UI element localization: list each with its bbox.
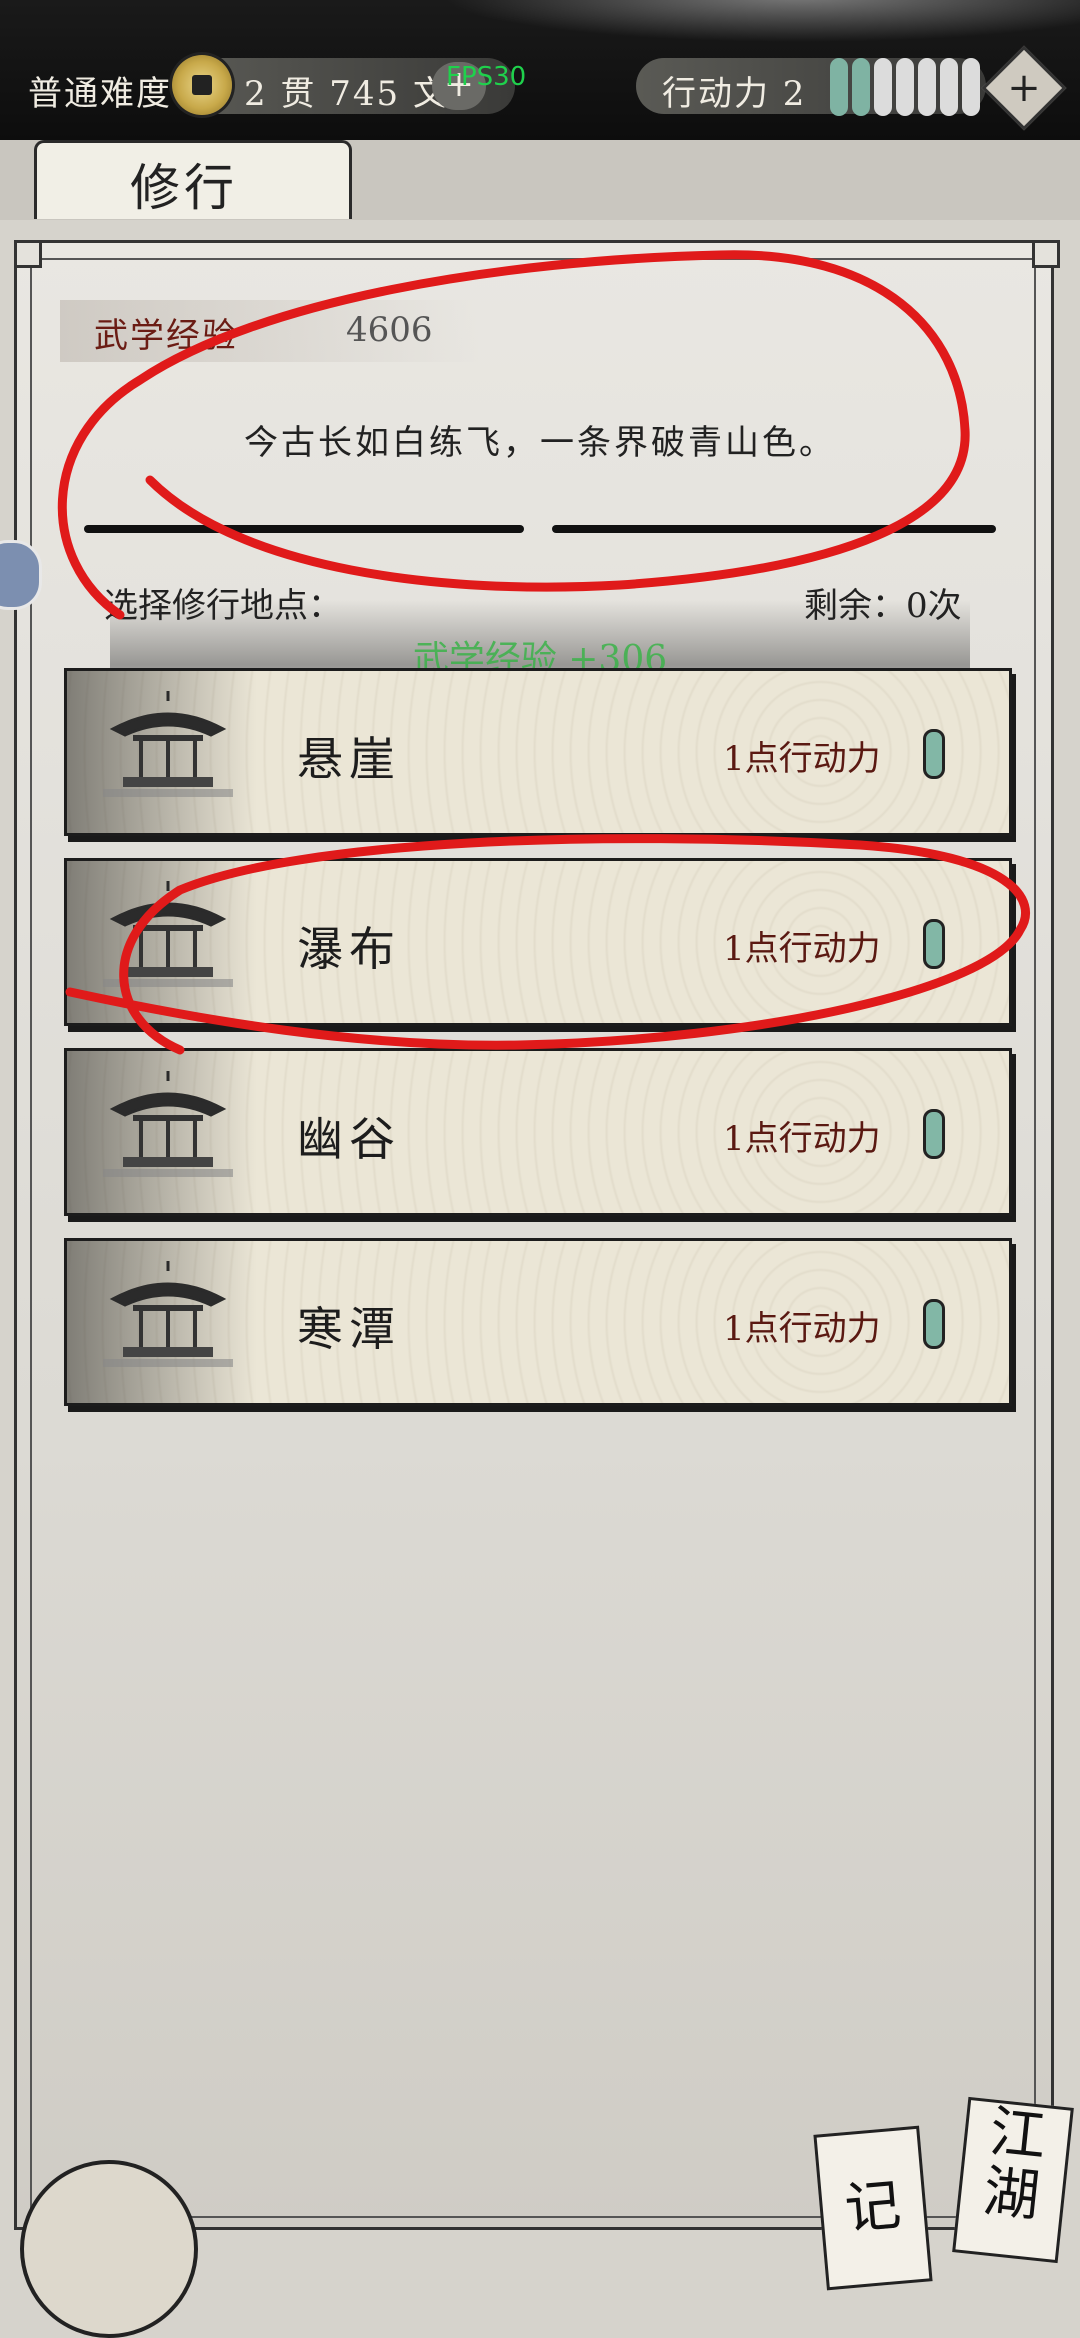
panel-corner-ornament [14, 240, 42, 268]
location-name: 悬崖 [297, 732, 401, 786]
back-circle-button[interactable] [20, 2160, 198, 2338]
action-point-pip [896, 58, 914, 116]
location-waterfall-button[interactable]: 瀑布 1点行动力 [64, 858, 1012, 1026]
poem-text: 今古长如白练飞，一条界破青山色。 [244, 423, 836, 463]
choose-location-label: 选择修行地点： [104, 586, 342, 626]
coin-icon [172, 55, 232, 115]
action-point-pip-icon [923, 919, 945, 969]
ink-mist-decoration [380, 0, 1080, 50]
action-point-pip [852, 58, 870, 116]
plus-icon: + [1007, 65, 1041, 111]
action-point-pip-icon [923, 1299, 945, 1349]
action-point-pip [962, 58, 980, 116]
location-cost: 1点行动力 [723, 1119, 881, 1159]
martial-exp-label: 武学经验 [94, 316, 238, 356]
location-cold-pool-button[interactable]: 寒潭 1点行动力 [64, 1238, 1012, 1406]
martial-exp-value: 4606 [346, 310, 433, 350]
action-point-pip-icon [923, 729, 945, 779]
fps-counter: FPS30 [446, 62, 527, 92]
location-valley-button[interactable]: 幽谷 1点行动力 [64, 1048, 1012, 1216]
location-name: 瀑布 [297, 922, 401, 976]
action-point-pip-icon [923, 1109, 945, 1159]
brush-divider [552, 525, 996, 533]
location-cliff-button[interactable]: 悬崖 1点行动力 [64, 668, 1012, 836]
location-name: 寒潭 [297, 1302, 401, 1356]
side-chat-bubble-icon[interactable] [0, 540, 42, 610]
action-point-pip [830, 58, 848, 116]
action-point-pip [918, 58, 936, 116]
location-cost: 1点行动力 [723, 739, 881, 779]
remaining-count: 剩余：0次 [804, 586, 962, 626]
location-cost: 1点行动力 [723, 1309, 881, 1349]
difficulty-label: 普通难度 [28, 74, 172, 114]
location-cost: 1点行动力 [723, 929, 881, 969]
jianghu-button[interactable]: 江湖 [952, 2096, 1074, 2264]
location-name: 幽谷 [297, 1112, 401, 1166]
panel-corner-ornament [1032, 240, 1060, 268]
pavilion-icon [103, 1261, 233, 1367]
pavilion-icon [103, 881, 233, 987]
pavilion-icon [103, 691, 233, 797]
action-point-pip [874, 58, 892, 116]
action-point-pip [940, 58, 958, 116]
money-amount: 2 贯 745 文 [244, 74, 449, 114]
tab-cultivation-label: 修行 [130, 159, 238, 217]
action-points-label: 行动力 2 [662, 74, 807, 114]
pavilion-icon [103, 1071, 233, 1177]
brush-divider [84, 525, 524, 533]
journal-button[interactable]: 记 [813, 2125, 933, 2291]
